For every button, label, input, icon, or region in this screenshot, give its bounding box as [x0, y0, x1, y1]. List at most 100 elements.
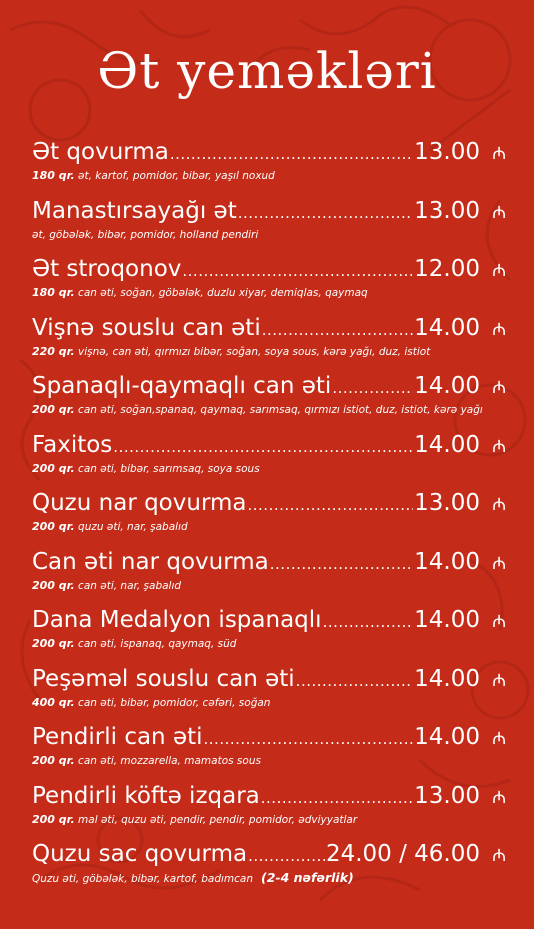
dot-leader	[270, 549, 413, 579]
dot-leader	[248, 841, 325, 871]
menu-item-weight: 200 qr.	[32, 812, 75, 826]
menu-item-line: Ət qovurma 13.00 ₼	[32, 137, 506, 167]
azn-manat-icon: ₼	[492, 378, 506, 398]
menu-item-ingredients: can əti, mozzarella, mamatos sous	[78, 755, 261, 767]
menu-item-price: 14.00	[414, 431, 480, 458]
menu-item: Manastırsayağı ət 13.00 ₼ ət, göbələk, bibə…	[32, 196, 506, 255]
menu-item-description-row: ət, göbələk, bibər, pomidor, holland pen…	[32, 228, 506, 242]
menu-item: Vişnə souslu can əti 14.00 ₼ 220 qr. vişnə,…	[32, 313, 506, 372]
menu-item-weight: 180 qr.	[32, 169, 75, 182]
menu-item: Spanaqlı-qaymaqlı can əti 14.00 ₼ 200 qr. c…	[32, 371, 506, 430]
menu-item: Quzu sac qovurma 24.00 / 46.00 ₼ Quzu əti, …	[32, 839, 506, 898]
menu-item-price: 14.00	[414, 548, 480, 575]
menu-item-description-row: Quzu əti, göbələk, bibər, kartof, badımc…	[32, 871, 506, 886]
menu-item-description-row: 180 qr. can əti, soğan, göbələk, duzlu x…	[32, 286, 506, 300]
menu-item-price: 13.00	[414, 490, 480, 516]
menu-item-line: Spanaqlı-qaymaqlı can əti 14.00 ₼	[32, 371, 506, 401]
azn-manat-icon: ₼	[492, 846, 506, 866]
dot-leader	[182, 256, 413, 286]
dot-leader	[113, 432, 413, 462]
menu-item: Peşəməl souslu can əti 14.00 ₼ 400 qr. can …	[32, 664, 506, 723]
menu-item-line: Ət stroqonov 12.00 ₼	[32, 254, 506, 284]
menu-item-line: Vişnə souslu can əti 14.00 ₼	[32, 313, 506, 343]
menu-item-description-row: 200 qr. can əti, bibər, sarımsaq, soya s…	[32, 462, 506, 476]
menu-item-weight: 180 qr.	[32, 286, 75, 299]
menu-list: Ət qovurma 13.00 ₼ 180 qr. ət, kartof, pomi…	[32, 137, 506, 898]
azn-manat-icon: ₼	[492, 261, 506, 281]
azn-manat-icon: ₼	[492, 612, 506, 632]
menu-item-ingredients: quzu əti, nar, şabalıd	[78, 521, 188, 533]
menu-item-ingredients: ət, kartof, pomidor, bibər, yaşıl noxud	[78, 170, 275, 182]
menu-item-name: Vişnə souslu can əti	[32, 314, 261, 341]
menu-item-price: 14.00	[414, 607, 480, 633]
menu-item-weight: 220 qr.	[32, 344, 75, 358]
menu-item-weight: 200 qr.	[32, 637, 75, 650]
menu-item-line: Manastırsayağı ət 13.00 ₼	[32, 196, 506, 226]
menu-item-ingredients: can əti, soğan,spanaq, qaymaq, sarımsaq,…	[78, 404, 483, 416]
dot-leader	[261, 783, 413, 813]
menu-item-weight: 200 qr.	[32, 520, 75, 533]
dot-leader	[262, 315, 413, 345]
azn-manat-icon: ₼	[492, 553, 506, 574]
menu-item-portion: (2-4 nəfərlik)	[261, 871, 354, 885]
azn-manat-icon: ₼	[492, 787, 506, 808]
menu-item-price: 24.00 / 46.00	[325, 841, 480, 867]
dot-leader	[332, 373, 413, 403]
menu-item-description-row: 200 qr. can əti, mozzarella, mamatos sou…	[32, 754, 506, 768]
menu-item-description-row: 200 qr. can əti, nar, şabalıd	[32, 579, 506, 593]
menu-item-description-row: 200 qr. can əti, ispanaq, qaymaq, süd	[32, 637, 506, 651]
menu-item-line: Peşəməl souslu can əti 14.00 ₼	[32, 664, 506, 694]
menu-item-ingredients: can əti, bibər, pomidor, cəfəri, soğan	[78, 696, 271, 709]
page-title: Ət yeməkləri	[97, 42, 437, 100]
menu-item-name: Dana Medalyon ispanaqlı	[32, 607, 322, 633]
menu-item-name: Faxitos	[32, 431, 113, 458]
menu-item-name: Pendirli köftə izqara	[32, 782, 260, 809]
menu-item-name: Quzu nar qovurma	[32, 490, 247, 516]
dot-leader	[248, 490, 414, 520]
menu-item-name: Quzu sac qovurma	[32, 841, 248, 867]
menu-item-line: Quzu sac qovurma 24.00 / 46.00 ₼	[32, 839, 506, 869]
menu-item-ingredients: ət, göbələk, bibər, pomidor, holland pen…	[32, 228, 259, 241]
menu-item-weight: 200 qr.	[32, 461, 75, 475]
menu-item-name: Peşəməl souslu can əti	[32, 665, 295, 692]
azn-manat-icon: ₼	[492, 729, 506, 749]
menu-item-ingredients: can əti, soğan, göbələk, duzlu xiyar, de…	[78, 287, 368, 299]
menu-item-ingredients: Quzu əti, göbələk, bibər, kartof, badımc…	[32, 873, 254, 885]
menu-item-weight: 200 qr.	[32, 403, 75, 416]
menu-item-ingredients: can əti, nar, şabalıd	[78, 579, 182, 592]
azn-manat-icon: ₼	[492, 670, 506, 691]
menu-item-price: 14.00	[414, 724, 480, 750]
menu-item-ingredients: mal əti, quzu əti, pendir, pendir, pomid…	[78, 813, 358, 826]
menu-item-line: Can əti nar qovurma 14.00 ₼	[32, 547, 506, 577]
dot-leader	[170, 139, 413, 169]
dot-leader	[238, 198, 413, 228]
dot-leader	[323, 607, 414, 637]
menu-item-name: Ət stroqonov	[32, 256, 182, 282]
menu-item-ingredients: vişnə, can əti, qırmızı bibər, soğan, so…	[78, 345, 431, 358]
menu-item-weight: 400 qr.	[32, 695, 75, 709]
menu-item-line: Dana Medalyon ispanaqlı 14.00 ₼	[32, 605, 506, 635]
menu-item-price: 13.00	[414, 197, 480, 224]
menu-item-line: Faxitos 14.00 ₼	[32, 430, 506, 460]
menu-item-description-row: 200 qr. quzu əti, nar, şabalıd	[32, 520, 506, 534]
menu-item-description-row: 400 qr. can əti, bibər, pomidor, cəfəri,…	[32, 696, 506, 710]
dot-leader	[296, 666, 413, 696]
menu-item: Ət stroqonov 12.00 ₼ 180 qr. can əti, soğan…	[32, 254, 506, 313]
azn-manat-icon: ₼	[492, 144, 506, 164]
menu-item-ingredients: can əti, bibər, sarımsaq, soya sous	[78, 462, 260, 475]
menu-item: Pendirli can əti 14.00 ₼ 200 qr. can əti, m…	[32, 722, 506, 781]
menu-item: Pendirli köftə izqara 13.00 ₼ 200 qr. mal ə…	[32, 781, 506, 840]
azn-manat-icon: ₼	[492, 436, 506, 457]
dot-leader	[204, 724, 414, 754]
menu-item-price: 12.00	[414, 256, 480, 282]
menu-item-description-row: 200 qr. can əti, soğan,spanaq, qaymaq, s…	[32, 403, 506, 417]
menu-item-name: Manastırsayağı ət	[32, 197, 237, 224]
menu-item-description-row: 180 qr. ət, kartof, pomidor, bibər, yaşı…	[32, 169, 506, 183]
menu-item-weight: 200 qr.	[32, 754, 75, 767]
azn-manat-icon: ₼	[492, 319, 506, 340]
menu-item-name: Spanaqlı-qaymaqlı can əti	[32, 373, 332, 399]
menu-item-price: 14.00	[414, 373, 480, 399]
menu-item: Dana Medalyon ispanaqlı 14.00 ₼ 200 qr. can…	[32, 605, 506, 664]
menu-item-line: Quzu nar qovurma 13.00 ₼	[32, 488, 506, 518]
menu-item-name: Pendirli can əti	[32, 724, 203, 750]
